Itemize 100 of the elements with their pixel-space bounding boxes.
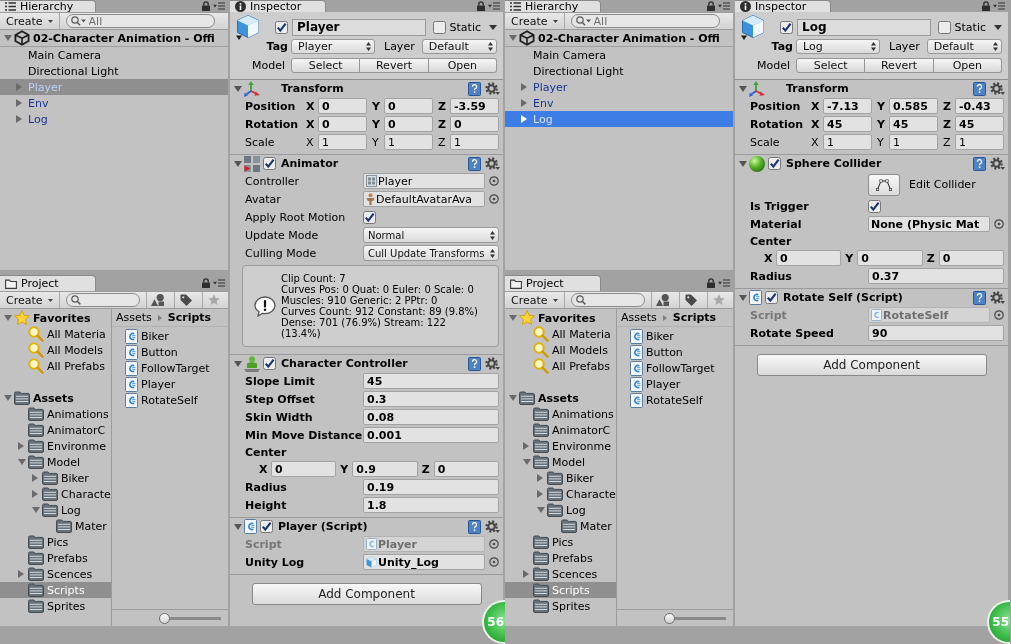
hierarchy-item[interactable]: Main Camera — [505, 47, 733, 63]
folder-item[interactable]: Assets — [0, 390, 111, 406]
folder-item[interactable]: Pics — [0, 534, 111, 550]
disclosure-triangle-icon[interactable] — [234, 523, 242, 530]
circle-dot-icon[interactable] — [489, 194, 499, 204]
folder-item[interactable]: Log — [505, 502, 616, 518]
lock-icon[interactable] — [707, 1, 715, 11]
disclosure-triangle-icon[interactable] — [32, 490, 38, 498]
create-button[interactable]: Create — [2, 13, 60, 29]
help-icon[interactable] — [973, 290, 986, 305]
menu-icon[interactable] — [718, 279, 730, 287]
cube-icon[interactable] — [236, 14, 260, 40]
static-checkbox[interactable] — [432, 20, 446, 34]
value-field[interactable]: 0 — [857, 250, 923, 266]
hierarchy-item[interactable]: Directional Light — [505, 63, 733, 79]
panel-tab[interactable]: Project — [505, 275, 601, 291]
caret-icon[interactable] — [489, 24, 497, 30]
value-field[interactable]: 0 — [318, 116, 367, 132]
script-file-item[interactable]: FollowTarget — [617, 360, 733, 376]
disclosure-triangle-icon[interactable] — [537, 474, 543, 482]
folder-item[interactable]: Model — [0, 454, 111, 470]
object-field[interactable]: Player — [363, 173, 485, 189]
create-button[interactable]: Create — [507, 292, 565, 308]
help-icon[interactable] — [973, 156, 986, 171]
settings-icon[interactable] — [990, 157, 1005, 170]
saved-search-item[interactable]: All Materia — [0, 326, 111, 342]
disclosure-triangle-icon[interactable] — [32, 474, 38, 482]
value-field[interactable]: 1.8 — [363, 497, 499, 513]
folder-item[interactable]: Sprites — [505, 598, 616, 614]
lock-icon[interactable] — [202, 278, 210, 288]
prefab-button[interactable]: Open — [428, 58, 497, 73]
object-field[interactable]: Unity_Log — [363, 554, 485, 570]
value-field[interactable]: 45 — [823, 116, 872, 132]
value-field[interactable]: 1 — [384, 134, 433, 150]
component-checkbox[interactable] — [768, 157, 781, 170]
property-checkbox[interactable] — [868, 199, 881, 213]
search-field[interactable]: All — [570, 14, 720, 28]
value-field[interactable]: 0.9 — [352, 461, 418, 477]
cube-icon[interactable] — [741, 14, 765, 40]
settings-icon[interactable] — [990, 82, 1005, 95]
folder-item[interactable]: Scences — [0, 566, 111, 582]
settings-icon[interactable] — [485, 157, 500, 170]
component-checkbox[interactable] — [263, 157, 276, 170]
component-checkbox[interactable] — [765, 291, 778, 304]
search-field[interactable] — [570, 293, 645, 307]
value-field[interactable]: 0 — [384, 98, 433, 114]
menu-icon[interactable] — [993, 2, 1005, 10]
folder-item[interactable]: Sprites — [0, 598, 111, 614]
disclosure-triangle-icon[interactable] — [537, 507, 545, 513]
script-file-item[interactable]: FollowTarget — [112, 360, 228, 376]
folder-item[interactable]: Mater — [0, 518, 111, 534]
size-slider[interactable] — [664, 612, 726, 624]
disclosure-triangle-icon[interactable] — [234, 360, 242, 367]
disclosure-triangle-icon[interactable] — [16, 99, 22, 107]
disclosure-triangle-icon[interactable] — [4, 315, 12, 321]
property-checkbox[interactable] — [363, 210, 376, 224]
lock-icon[interactable] — [202, 1, 210, 11]
folder-item[interactable]: Model — [505, 454, 616, 470]
breadcrumb-item[interactable]: Assets — [116, 311, 152, 324]
disclosure-triangle-icon[interactable] — [523, 570, 529, 578]
size-slider[interactable] — [159, 612, 221, 624]
favorites-item[interactable]: Favorites — [0, 310, 111, 326]
value-field[interactable]: 0.3 — [363, 391, 499, 407]
saved-search-item[interactable]: All Prefabs — [0, 358, 111, 374]
disclosure-triangle-icon[interactable] — [234, 160, 242, 167]
search-field[interactable] — [65, 293, 140, 307]
help-icon[interactable] — [468, 156, 481, 171]
scene-item[interactable]: 02-Character Animation - Offi — [505, 30, 733, 47]
hierarchy-item[interactable]: Env — [0, 95, 228, 111]
script-file-item[interactable]: Biker — [112, 328, 228, 344]
disclosure-triangle-icon[interactable] — [509, 395, 517, 401]
script-file-item[interactable]: Biker — [617, 328, 733, 344]
value-field[interactable]: -0.43 — [955, 98, 1004, 114]
folder-item[interactable]: Prefabs — [505, 550, 616, 566]
disclosure-triangle-icon[interactable] — [739, 294, 747, 301]
lock-icon[interactable] — [477, 1, 485, 11]
folder-item[interactable]: Mater — [505, 518, 616, 534]
lock-icon[interactable] — [707, 278, 715, 288]
disclosure-triangle-icon[interactable] — [234, 85, 242, 92]
disclosure-triangle-icon[interactable] — [4, 395, 12, 401]
folder-item[interactable]: Pics — [505, 534, 616, 550]
value-field[interactable]: 0 — [384, 116, 433, 132]
value-field[interactable]: 1 — [318, 134, 367, 150]
disclosure-triangle-icon[interactable] — [32, 507, 40, 513]
disclosure-triangle-icon[interactable] — [739, 160, 747, 167]
folder-item[interactable]: Biker — [0, 470, 111, 486]
static-checkbox[interactable] — [937, 20, 951, 34]
circle-dot-icon[interactable] — [489, 176, 499, 186]
prefab-button[interactable]: Open — [933, 58, 1002, 73]
value-field[interactable]: 45 — [889, 116, 938, 132]
script-file-item[interactable]: Button — [112, 344, 228, 360]
lock-icon[interactable] — [982, 1, 990, 11]
script-file-item[interactable]: RotateSelf — [617, 392, 733, 408]
value-field[interactable]: 1 — [955, 134, 1004, 150]
component-checkbox[interactable] — [260, 520, 273, 533]
prefab-button[interactable]: Select — [796, 58, 866, 73]
breadcrumb-item[interactable]: Assets — [621, 311, 657, 324]
settings-icon[interactable] — [990, 291, 1005, 304]
hierarchy-item[interactable]: Player — [505, 79, 733, 95]
component-checkbox[interactable] — [263, 357, 276, 370]
